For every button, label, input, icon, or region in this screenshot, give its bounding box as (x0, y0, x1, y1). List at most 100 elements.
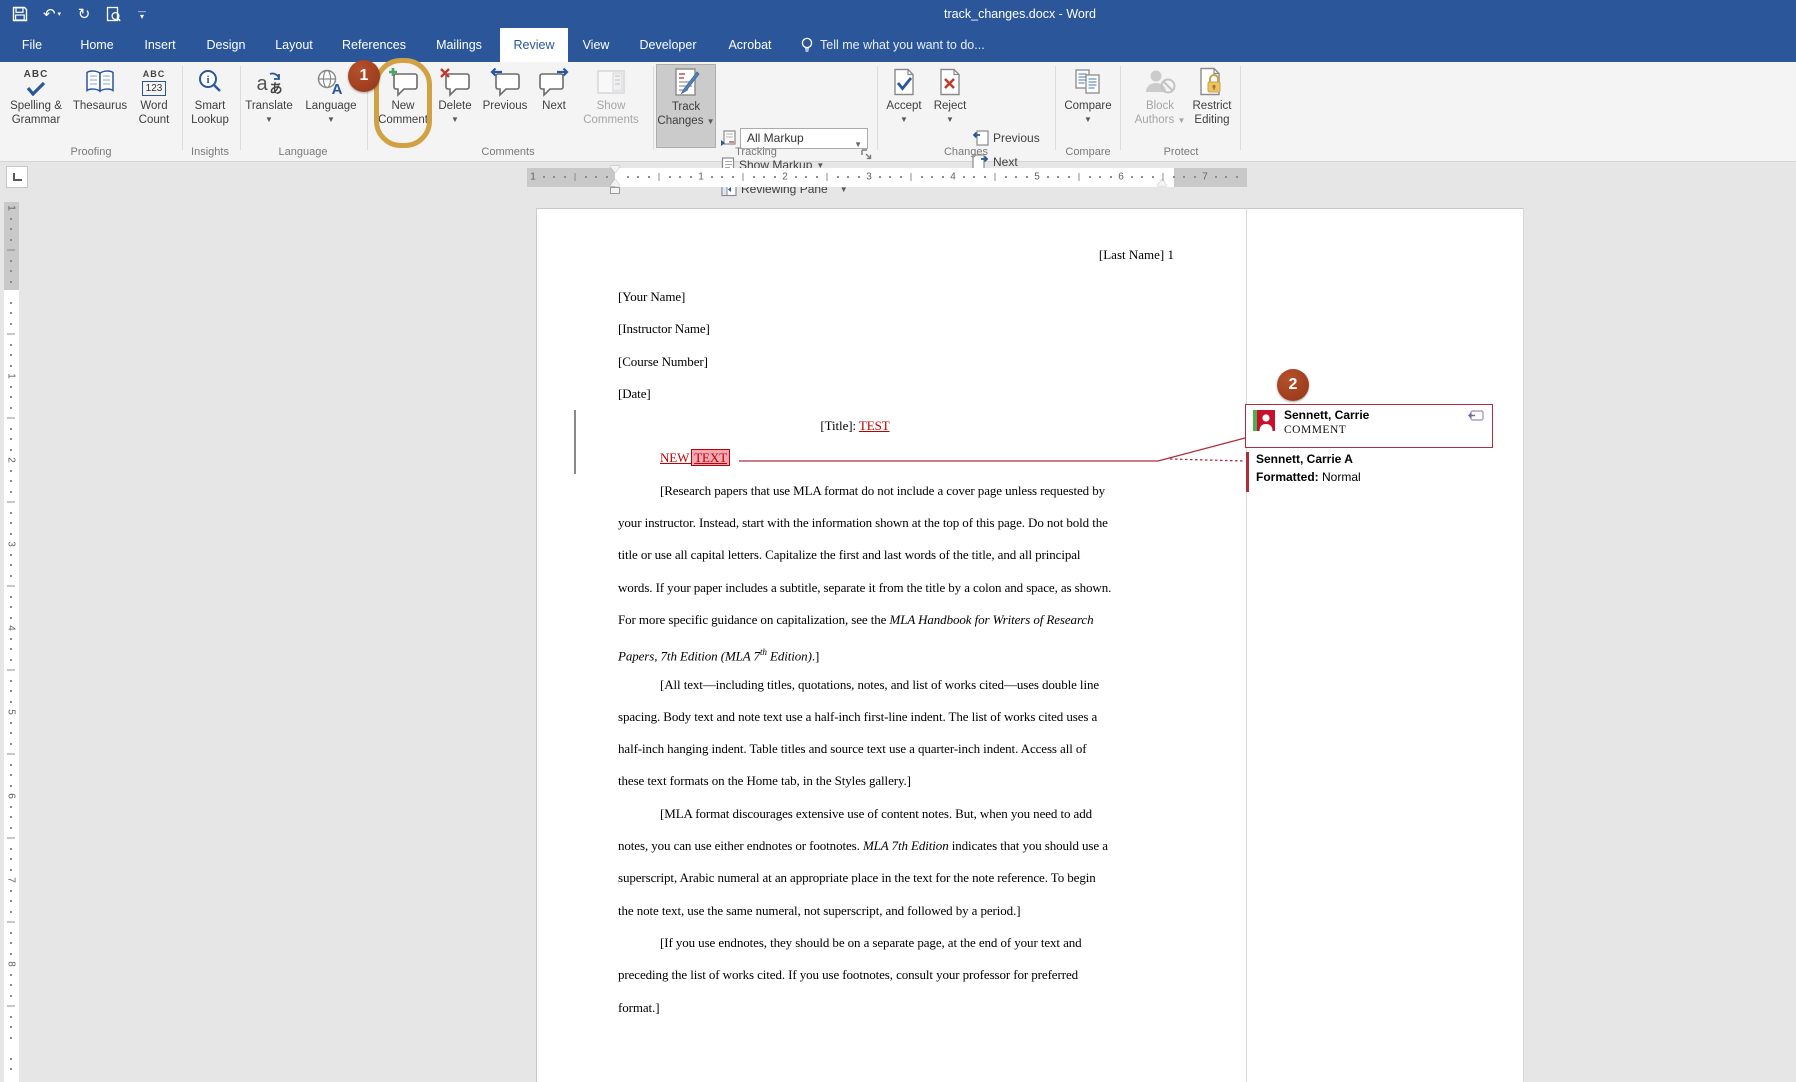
print-preview-icon[interactable] (103, 4, 123, 24)
ruler-mark (10, 270, 12, 272)
ruler-mark (10, 659, 12, 661)
doc-line-6: [Research papers that use MLA format do … (536, 475, 1246, 507)
track-changes-button[interactable]: Track Changes ▼ (656, 64, 716, 148)
tab-mailings[interactable]: Mailings (424, 28, 494, 62)
ruler-mark (10, 428, 12, 430)
tab-layout[interactable]: Layout (264, 28, 324, 62)
reject-change-button[interactable]: Reject ▼ (927, 64, 973, 148)
group-divider (877, 66, 878, 150)
vertical-ruler-top-margin (4, 202, 19, 290)
ruler-mark (10, 1026, 12, 1028)
doc-line-15: these text formats on the Home tab, in t… (536, 765, 1246, 797)
tracking-dialog-launcher-icon[interactable] (860, 148, 873, 161)
group-label-language: Language (279, 146, 328, 158)
ruler-mark: 4 (6, 625, 17, 631)
ruler-mark (1141, 176, 1143, 178)
block-authors-icon (1131, 64, 1189, 100)
ribbon-tab-row: File Home Insert Design Layout Reference… (0, 28, 1796, 62)
tab-developer[interactable]: Developer (626, 28, 710, 62)
reject-icon (927, 64, 973, 100)
undo-icon[interactable]: ↶▾ (39, 4, 65, 24)
spelling-grammar-button[interactable]: ABC Spelling & Grammar (5, 64, 67, 148)
ruler-mark (595, 176, 597, 178)
delete-comment-button[interactable]: Delete ▼ (431, 64, 479, 148)
document-body[interactable]: [Your Name][Instructor Name][Course Numb… (536, 281, 1246, 1024)
ruler-mark (10, 785, 12, 787)
smart-lookup-button[interactable]: i Smart Lookup (181, 64, 239, 148)
left-indent-marker[interactable] (610, 187, 620, 194)
restrict-editing-button[interactable]: Restrict Editing (1186, 64, 1238, 148)
lightbulb-icon (799, 36, 815, 54)
reply-comment-icon[interactable] (1468, 410, 1484, 423)
ruler-mark (10, 575, 12, 577)
ruler-mark (7, 670, 15, 671)
qat-customize-icon[interactable]: —▾ (132, 4, 152, 24)
ruler-mark (1068, 176, 1070, 178)
ruler-mark (711, 176, 713, 178)
tab-design[interactable]: Design (196, 28, 256, 62)
author-avatar-icon (1253, 410, 1275, 431)
compare-button[interactable]: Compare ▼ (1058, 64, 1118, 148)
previous-comment-button[interactable]: Previous (477, 64, 533, 148)
ruler-mark (1131, 176, 1133, 178)
ruler-mark (900, 176, 902, 178)
ruler-mark (10, 438, 12, 440)
chevron-down-icon: ▼ (927, 116, 973, 124)
show-comments-button[interactable]: Show Comments (579, 64, 643, 148)
redo-icon[interactable]: ↻ (74, 4, 94, 24)
next-comment-button[interactable]: Next (532, 64, 576, 148)
tab-view[interactable]: View (572, 28, 620, 62)
ruler-mark (10, 984, 12, 986)
ruler-mark (10, 491, 12, 493)
tab-home[interactable]: Home (70, 28, 124, 62)
chevron-down-icon: ▼ (1058, 116, 1118, 124)
hanging-indent-marker[interactable] (610, 179, 620, 186)
comment-text: COMMENT (1284, 424, 1346, 436)
accept-change-button[interactable]: Accept ▼ (880, 64, 928, 148)
ruler-mark: 7 (6, 877, 17, 883)
tab-review[interactable]: Review (500, 28, 568, 62)
group-label-compare: Compare (1065, 146, 1110, 158)
next-comment-icon (532, 64, 576, 100)
ruler-mark (10, 869, 12, 871)
doc-line-2: [Course Number] (536, 346, 1246, 378)
first-line-indent-marker[interactable] (610, 166, 620, 173)
ruler-mark (10, 281, 12, 283)
save-icon[interactable] (10, 4, 30, 24)
ruler-mark (659, 173, 660, 181)
tab-references[interactable]: References (332, 28, 416, 62)
ruler-mark (1173, 176, 1175, 178)
ruler-mark (606, 176, 608, 178)
ruler-mark (10, 827, 12, 829)
tab-acrobat[interactable]: Acrobat (716, 28, 784, 62)
ruler-mark (10, 953, 12, 955)
ruler-mark (648, 176, 650, 178)
thesaurus-button[interactable]: Thesaurus (68, 64, 132, 148)
ruler-mark (774, 176, 776, 178)
ruler-mark: 1 (530, 172, 536, 183)
ruler-mark (543, 176, 545, 178)
ruler-mark (721, 176, 723, 178)
translate-button[interactable]: aあ Translate ▼ (241, 64, 297, 148)
word-count-button[interactable]: ABC 123 Word Count (128, 64, 180, 148)
doc-line-13: spacing. Body text and note text use a h… (536, 701, 1246, 733)
previous-change-button[interactable]: Previous (972, 128, 1040, 148)
tab-insert[interactable]: Insert (134, 28, 186, 62)
block-authors-button[interactable]: Block Authors ▼ (1131, 64, 1189, 148)
track-changes-icon (657, 65, 715, 101)
ruler-mark (942, 176, 944, 178)
ruler-mark (795, 176, 797, 178)
L-tab-stop-icon (13, 173, 22, 181)
svg-text:A: A (332, 81, 343, 96)
ruler-mark: 2 (782, 172, 788, 183)
ruler-mark (10, 722, 12, 724)
tab-file[interactable]: File (14, 28, 50, 62)
ruler-mark (10, 617, 12, 619)
change-description: Formatted: Normal (1256, 470, 1361, 484)
ruler-mark (1047, 176, 1049, 178)
spelling-check-icon: ABC (5, 64, 67, 100)
tab-selector[interactable] (6, 166, 28, 188)
tell-me-box[interactable]: Tell me what you want to do... (820, 28, 985, 62)
comment-card[interactable]: Sennett, Carrie COMMENT (1245, 404, 1493, 448)
word-window: ↶▾ ↻ —▾ track_changes.docx - Word File H… (0, 0, 1796, 1082)
